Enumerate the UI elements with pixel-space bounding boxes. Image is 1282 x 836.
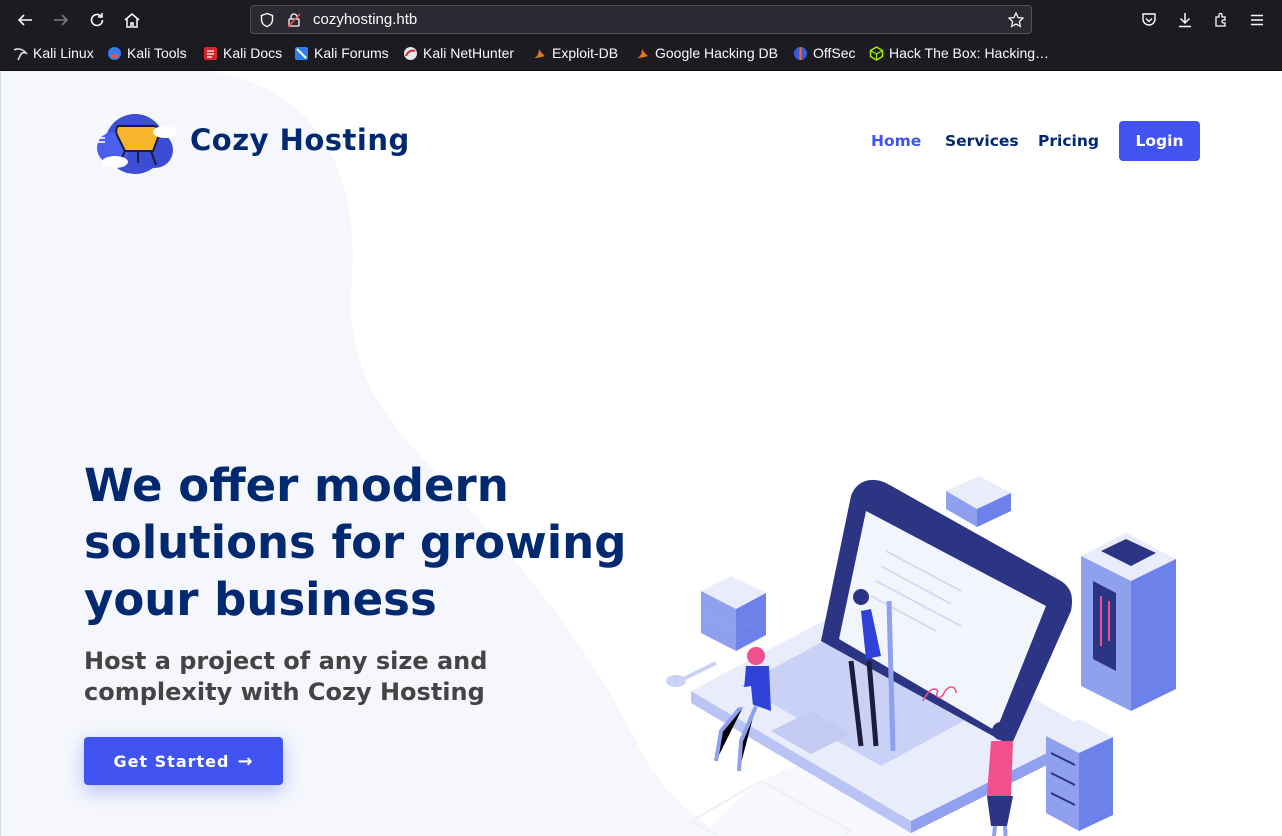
browser-toolbar: cozyhosting.htb <box>0 0 1282 39</box>
pocket-button[interactable] <box>1137 8 1161 32</box>
nav-pricing-link[interactable]: Pricing <box>1038 132 1099 150</box>
home-icon <box>124 13 140 28</box>
insecure-lock-icon[interactable] <box>286 12 302 28</box>
downloads-button[interactable] <box>1173 8 1197 32</box>
hero-illustration <box>666 476 1176 836</box>
download-icon <box>1179 13 1191 28</box>
extensions-button[interactable] <box>1209 8 1233 32</box>
server-stack-left <box>701 576 766 651</box>
bookmark-kali-nethunter[interactable]: Kali NetHunter <box>403 45 514 61</box>
web-page: Cozy Hosting Home Services Pricing Login… <box>0 71 1282 836</box>
bookmark-kali-forums[interactable]: Kali Forums <box>294 45 389 61</box>
get-started-label: Get Started <box>113 751 230 771</box>
hero-subtitle: Host a project of any size and complexit… <box>84 647 488 706</box>
url-text[interactable]: cozyhosting.htb <box>313 11 417 28</box>
pocket-icon <box>1142 13 1156 26</box>
hero-title: We offer modern solutions for growing yo… <box>84 459 627 626</box>
kali-tools-icon <box>108 46 121 60</box>
bookmark-kali-docs[interactable]: Kali Docs <box>203 45 282 61</box>
bookmark-exploit-db[interactable]: Exploit-DB <box>532 45 618 61</box>
brand-name[interactable]: Cozy Hosting <box>190 123 410 157</box>
bookmark-label: Kali Docs <box>223 45 283 61</box>
login-button[interactable]: Login <box>1119 121 1200 161</box>
offsec-icon <box>794 46 807 60</box>
nav-home-link[interactable]: Home <box>871 132 921 150</box>
get-started-button[interactable]: Get Started → <box>84 737 283 785</box>
bookmarks-toolbar: Kali Linux Kali Tools Kali Docs Kali For… <box>0 42 1282 68</box>
browser-chrome: cozyhosting.htb Kali Linux Kali Tools Ka… <box>0 0 1282 71</box>
bookmark-star-icon[interactable] <box>1007 11 1025 29</box>
app-menu-button[interactable] <box>1245 8 1269 32</box>
reload-button[interactable] <box>85 8 109 32</box>
cloud-chair-logo-icon <box>95 114 177 174</box>
forward-button[interactable] <box>49 8 73 32</box>
bookmark-label: Exploit-DB <box>552 45 619 61</box>
shield-icon[interactable] <box>259 12 275 28</box>
arrow-right-icon <box>54 14 69 26</box>
hamburger-menu-icon <box>1251 14 1263 26</box>
server-tower-right <box>1081 533 1176 711</box>
bookmark-label: Kali Forums <box>314 45 389 61</box>
bookmark-label: Hack The Box: Hacking… <box>889 45 1050 61</box>
server-stack-bottom-right <box>1046 719 1113 831</box>
nav-services-link[interactable]: Services <box>945 132 1019 150</box>
puzzle-icon <box>1215 12 1226 27</box>
arrow-right-icon: → <box>237 750 254 772</box>
bookmark-label: Kali NetHunter <box>423 45 515 61</box>
kali-forums-icon <box>295 46 308 60</box>
bookmark-label: OffSec <box>813 45 856 61</box>
server-box-top <box>946 476 1011 527</box>
bookmark-hack-the-box[interactable]: Hack The Box: Hacking… <box>869 45 1049 61</box>
bookmark-label: Kali Linux <box>33 45 94 61</box>
bookmark-offsec[interactable]: OffSec <box>793 45 856 61</box>
kali-nethunter-icon <box>404 46 417 60</box>
bookmark-label: Google Hacking DB <box>655 45 778 61</box>
arrow-left-icon <box>17 14 32 26</box>
address-bar[interactable]: cozyhosting.htb <box>250 5 1032 34</box>
kali-docs-icon <box>204 46 217 60</box>
kali-dragon-icon <box>13 47 28 60</box>
reload-icon <box>90 13 104 27</box>
home-button[interactable] <box>120 8 144 32</box>
bookmark-label: Kali Tools <box>127 45 187 61</box>
ghdb-icon <box>637 48 648 58</box>
bookmark-google-hacking-db[interactable]: Google Hacking DB <box>635 45 778 61</box>
htb-icon <box>869 45 884 61</box>
bookmark-kali-linux[interactable]: Kali Linux <box>13 45 94 61</box>
bookmark-kali-tools[interactable]: Kali Tools <box>107 45 187 61</box>
back-button[interactable] <box>13 8 37 32</box>
exploit-db-icon <box>534 48 545 58</box>
